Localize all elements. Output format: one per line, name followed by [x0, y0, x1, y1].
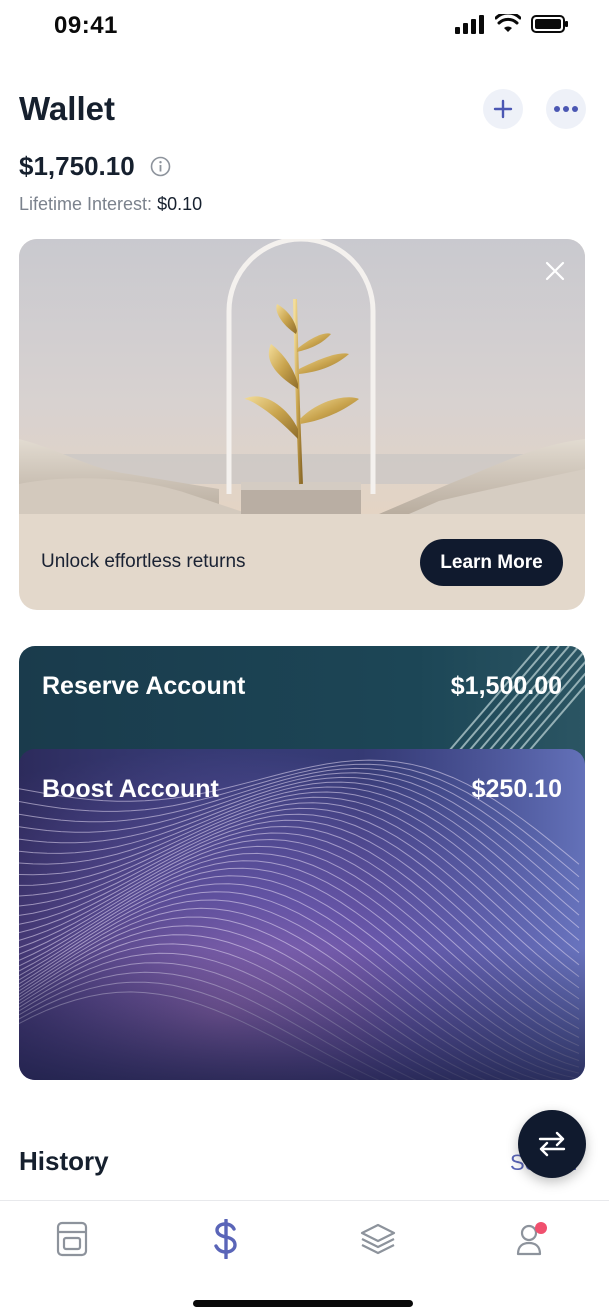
dollar-icon [214, 1219, 237, 1259]
tab-profile[interactable] [502, 1217, 562, 1261]
page-title: Wallet [19, 90, 115, 127]
signal-icon [455, 15, 484, 34]
reserve-account-amount: $1,500.00 [450, 672, 562, 700]
card-icon [56, 1221, 88, 1257]
boost-account-amount: $250.10 [471, 775, 562, 803]
wifi-icon [495, 14, 521, 32]
status-icons [455, 14, 569, 34]
status-bar: 09:41 [0, 0, 609, 54]
tab-wallet[interactable] [196, 1217, 256, 1261]
notification-badge [535, 1222, 547, 1234]
tab-cards[interactable] [42, 1217, 102, 1261]
promo-text: Unlock effortless returns [41, 551, 246, 572]
home-indicator [193, 1300, 413, 1307]
status-time: 09:41 [54, 12, 118, 39]
tab-bar [0, 1200, 609, 1316]
boost-account-card[interactable]: Boost Account $250.10 [19, 749, 585, 1080]
layers-icon [360, 1223, 396, 1255]
interest-value: $0.10 [157, 194, 203, 214]
promo-illustration [19, 239, 585, 514]
profile-icon [516, 1222, 547, 1256]
interest-label: Lifetime Interest: [19, 194, 153, 214]
plus-icon [493, 99, 513, 119]
add-button[interactable] [483, 89, 523, 129]
transfer-arrows-icon [538, 1131, 566, 1157]
learn-more-button[interactable]: Learn More [420, 539, 563, 586]
close-icon[interactable] [545, 261, 565, 281]
ellipsis-icon [554, 106, 578, 112]
info-icon[interactable] [150, 156, 171, 177]
tab-accounts[interactable] [348, 1217, 408, 1261]
history-title: History [19, 1146, 109, 1176]
reserve-account-name: Reserve Account [42, 672, 246, 700]
promo-card[interactable]: Unlock effortless returns Learn More [19, 239, 585, 610]
boost-account-name: Boost Account [42, 775, 219, 803]
lifetime-interest: Lifetime Interest: $0.10 [19, 194, 202, 215]
transfer-button[interactable] [518, 1110, 586, 1178]
total-balance: $1,750.10 [19, 151, 135, 181]
more-button[interactable] [546, 89, 586, 129]
battery-icon [531, 15, 568, 33]
